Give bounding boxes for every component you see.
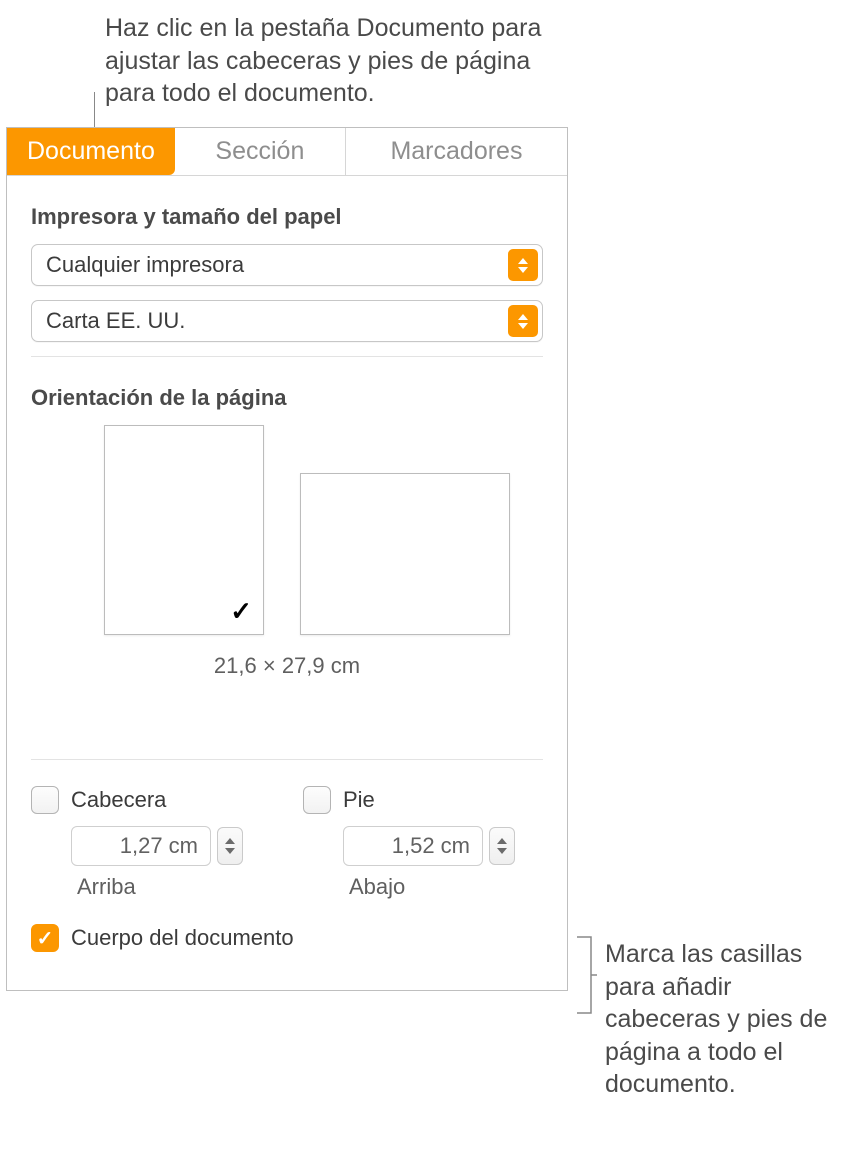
paper-size-value: Carta EE. UU. bbox=[46, 308, 185, 334]
orientation-landscape[interactable] bbox=[300, 425, 510, 635]
tab-seccion[interactable]: Sección bbox=[175, 128, 346, 175]
tab-documento[interactable]: Documento bbox=[7, 128, 175, 175]
updown-icon bbox=[508, 249, 538, 281]
printer-section-title: Impresora y tamaño del papel bbox=[31, 204, 543, 230]
orientation-title: Orientación de la página bbox=[31, 385, 543, 411]
footer-checkbox[interactable] bbox=[303, 786, 331, 814]
callout-bracket bbox=[577, 935, 597, 1015]
header-footer-row: Cabecera Arriba Pie Abajo bbox=[31, 760, 543, 900]
footer-margin-input[interactable] bbox=[343, 826, 483, 866]
checkmark-icon: ✓ bbox=[230, 596, 252, 627]
orientation-section: Orientación de la página ✓ 21,6 × 27,9 c… bbox=[31, 357, 543, 679]
stepper-arrows-icon[interactable] bbox=[489, 827, 515, 865]
printer-section: Impresora y tamaño del papel Cualquier i… bbox=[31, 176, 543, 342]
tab-marcadores[interactable]: Marcadores bbox=[346, 128, 567, 175]
header-label: Cabecera bbox=[71, 787, 166, 813]
footer-sublabel: Abajo bbox=[349, 874, 515, 900]
paper-size-select[interactable]: Carta EE. UU. bbox=[31, 300, 543, 342]
stepper-arrows-icon[interactable] bbox=[217, 827, 243, 865]
tab-bar: Documento Sección Marcadores bbox=[7, 128, 567, 176]
orientation-portrait[interactable]: ✓ bbox=[104, 425, 264, 635]
updown-icon bbox=[508, 305, 538, 337]
footer-label: Pie bbox=[343, 787, 375, 813]
document-body-label: Cuerpo del documento bbox=[71, 925, 294, 951]
document-inspector-panel: Documento Sección Marcadores Impresora y… bbox=[6, 127, 568, 991]
page-dimensions: 21,6 × 27,9 cm bbox=[31, 653, 543, 679]
printer-select-value: Cualquier impresora bbox=[46, 252, 244, 278]
header-margin-input[interactable] bbox=[71, 826, 211, 866]
header-sublabel: Arriba bbox=[77, 874, 243, 900]
header-checkbox[interactable] bbox=[31, 786, 59, 814]
printer-select[interactable]: Cualquier impresora bbox=[31, 244, 543, 286]
document-body-checkbox[interactable]: ✓ bbox=[31, 924, 59, 952]
callout-right-text: Marca las casillas para añadir cabeceras… bbox=[605, 938, 845, 1101]
callout-top-text: Haz clic en la pestaña Documento para aj… bbox=[105, 12, 585, 110]
